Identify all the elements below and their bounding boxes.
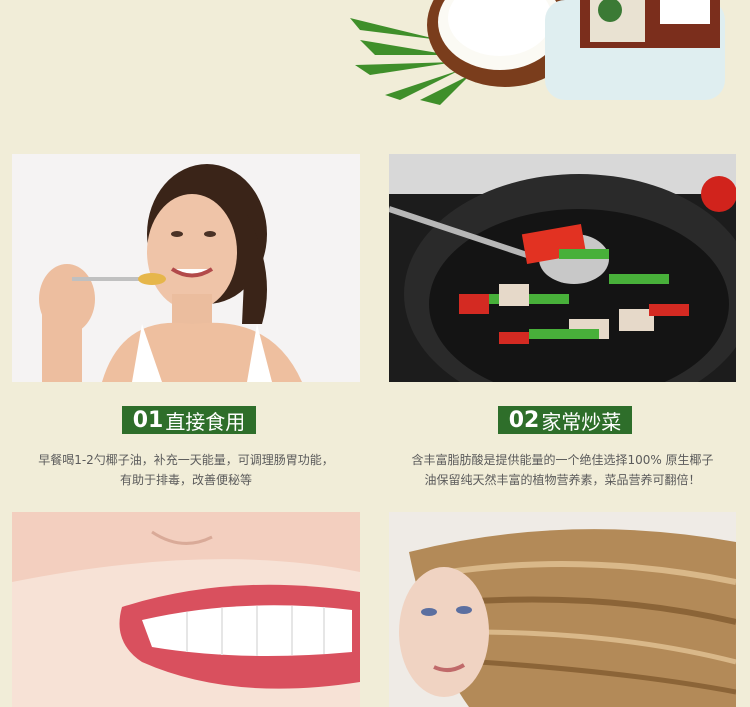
section-tag-direct-eat: 01 直接食用 <box>122 406 256 434</box>
wok-stir-fry-photo <box>389 154 736 382</box>
woman-eating-photo <box>12 154 360 382</box>
smile-teeth-photo <box>12 512 360 707</box>
section-label: 直接食用 <box>165 409 246 434</box>
section-label: 家常炒菜 <box>541 409 622 434</box>
section-tag-stir-fry: 02 家常炒菜 <box>498 406 632 434</box>
section-number: 01 <box>132 407 164 433</box>
section-number: 02 <box>508 407 540 433</box>
hero-coconut-jar-image <box>350 0 725 105</box>
description-line: 含丰富脂肪酸是提供能量的一个绝佳选择100% 原生椰子 <box>411 453 714 467</box>
long-hair-woman-photo <box>389 512 736 707</box>
description-line: 早餐喝1-2勺椰子油，补充一天能量，可调理肠胃功能， <box>38 453 334 467</box>
description-line: 有助于排毒，改善便秘等 <box>119 473 252 487</box>
description-line: 油保留纯天然丰富的植物营养素，菜品营养可翻倍！ <box>424 473 701 487</box>
section-description: 含丰富脂肪酸是提供能量的一个绝佳选择100% 原生椰子 油保留纯天然丰富的植物营… <box>389 450 736 490</box>
section-description: 早餐喝1-2勺椰子油，补充一天能量，可调理肠胃功能， 有助于排毒，改善便秘等 <box>12 450 360 490</box>
